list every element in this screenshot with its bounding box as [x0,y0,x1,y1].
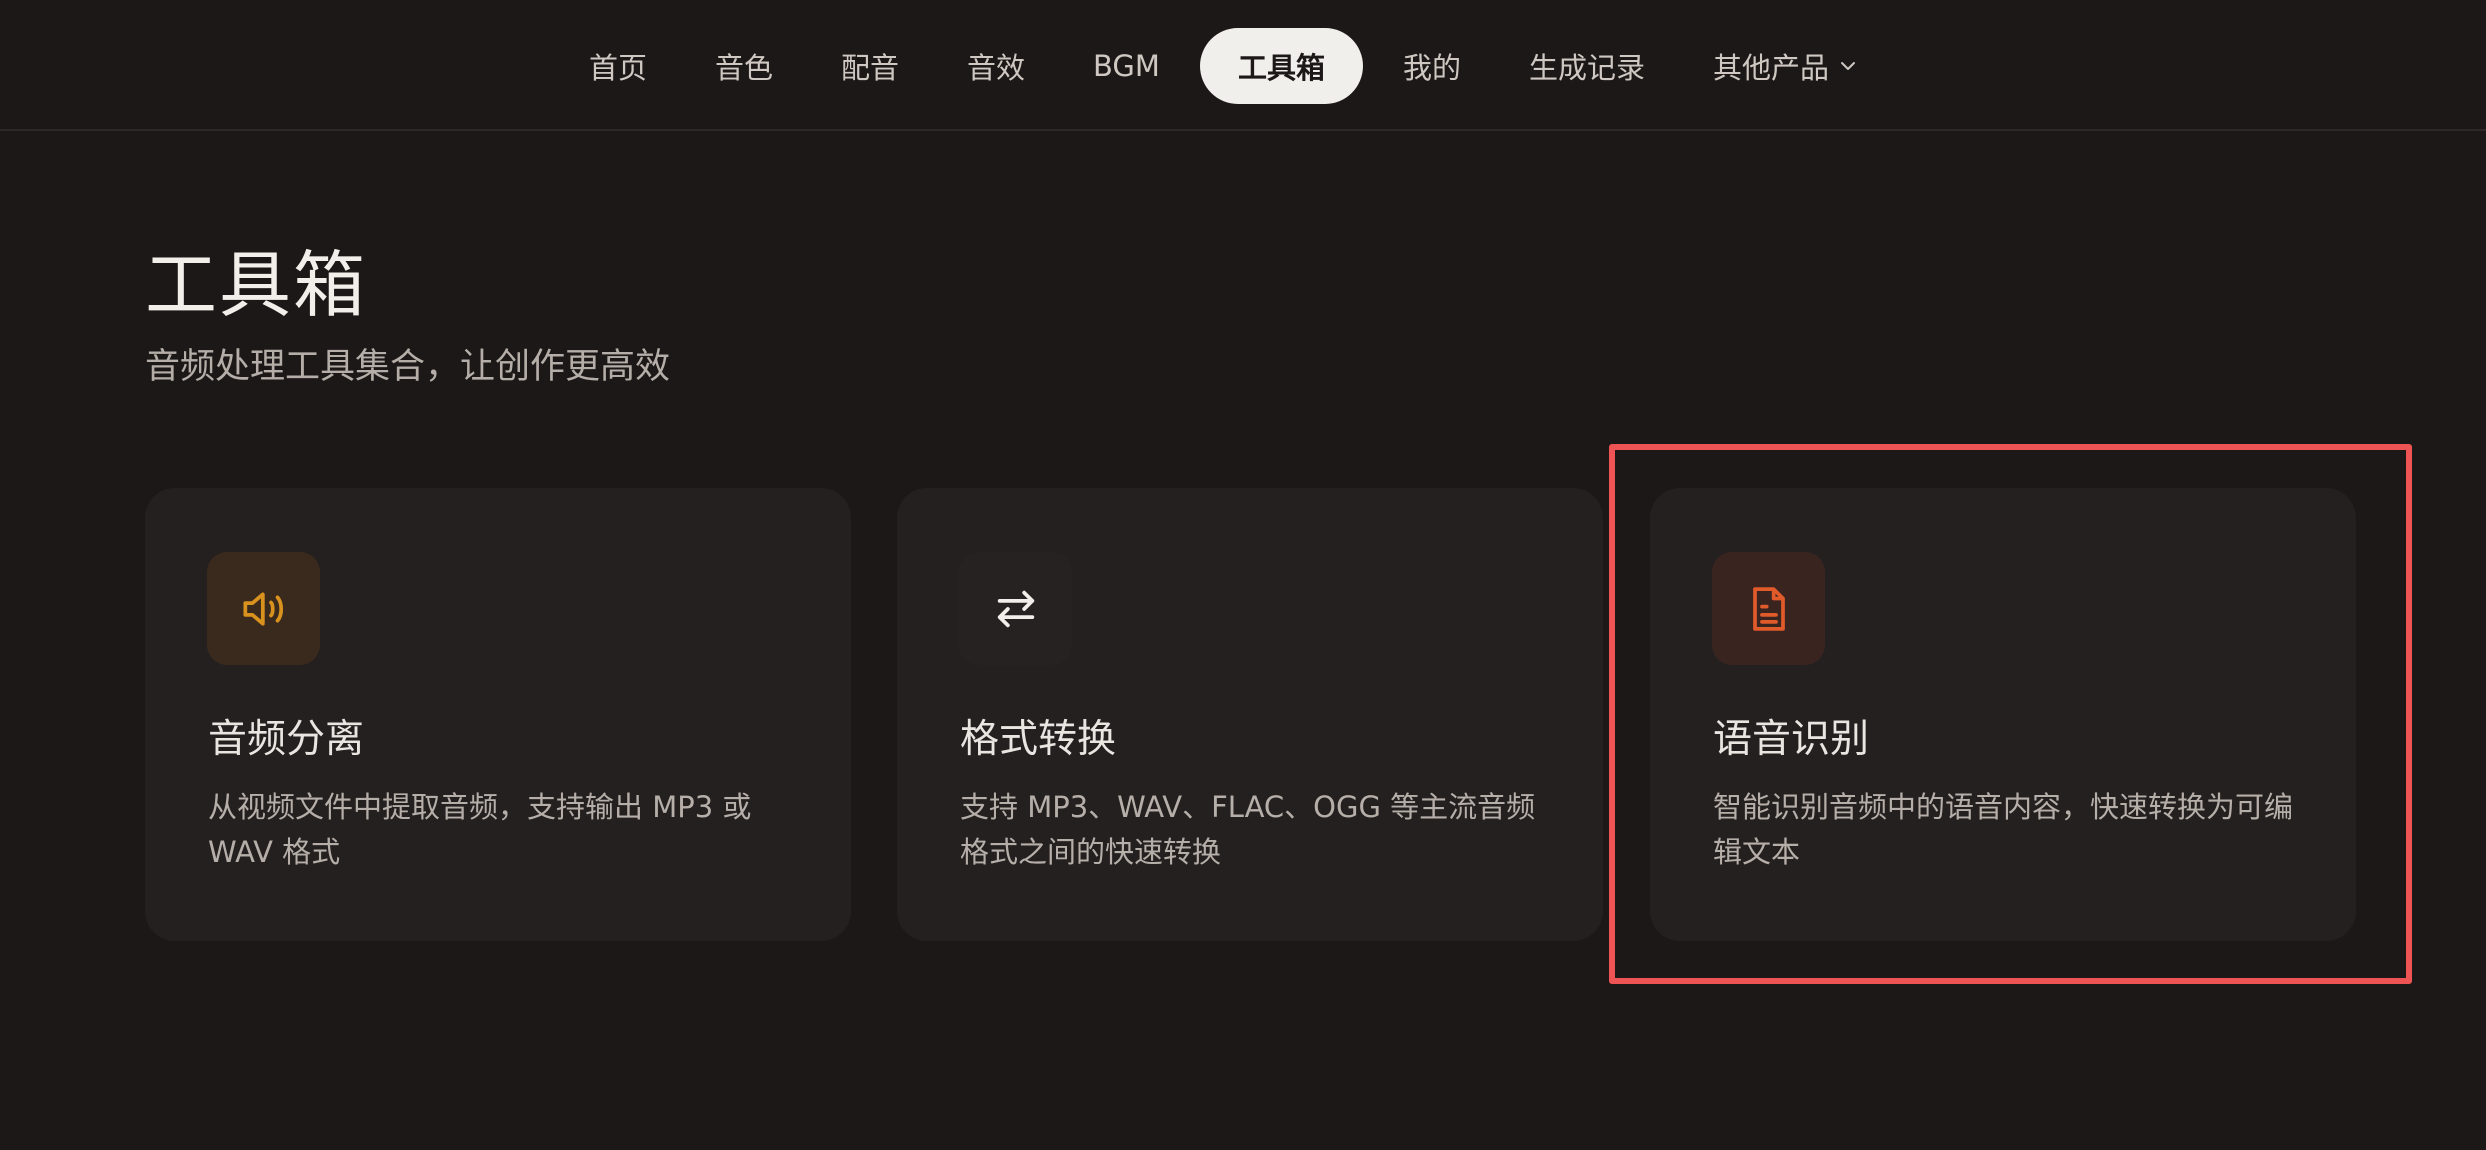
nav-item-other-products[interactable]: 其他产品 [1679,28,1891,104]
tool-card-audio-separation[interactable]: 音频分离 从视频文件中提取音频，支持输出 MP3 或 WAV 格式 [145,488,851,941]
tool-card-title: 语音识别 [1713,717,1870,762]
nav-item-toolbox[interactable]: 工具箱 [1199,27,1363,104]
tool-card-description: 从视频文件中提取音频，支持输出 MP3 或 WAV 格式 [208,790,752,869]
tool-card-description: 支持 MP3、WAV、FLAC、OGG 等主流音频格式之间的快速转换 [960,790,1536,869]
document-icon [1752,586,1785,631]
nav-item-home[interactable]: 首页 [555,28,681,104]
nav-item-history[interactable]: 生成记录 [1495,28,1679,104]
tool-card-speech-recognition[interactable]: 语音识别 智能识别音频中的语音内容，快速转换为可编辑文本 [1650,488,2356,941]
tool-card-title: 音频分离 [208,717,365,762]
tool-icon-box [1712,552,1825,665]
speaker-icon [242,591,283,626]
tool-icon-box [207,552,320,665]
chevron-down-icon [1841,61,1855,70]
top-navigation-bar: 首页 音色 配音 音效 BGM 工具箱 我的 生成记录 其他产品 [0,0,2486,131]
tool-card-title: 格式转换 [960,717,1117,762]
nav-container: 首页 音色 配音 音效 BGM 工具箱 我的 生成记录 其他产品 [0,0,2486,131]
tool-card-description: 智能识别音频中的语音内容，快速转换为可编辑文本 [1713,790,2294,869]
nav-items: 首页 音色 配音 音效 BGM 工具箱 我的 生成记录 其他产品 [555,27,1891,104]
tool-card-format-conversion[interactable]: 格式转换 支持 MP3、WAV、FLAC、OGG 等主流音频格式之间的快速转换 [897,488,1603,941]
nav-item-dubbing[interactable]: 配音 [807,28,933,104]
page-title: 工具箱 [145,243,368,327]
page-subtitle: 音频处理工具集合，让创作更高效 [145,347,671,387]
nav-item-other-products-label: 其他产品 [1712,50,1829,85]
nav-item-bgm[interactable]: BGM [1059,28,1194,104]
swap-arrows-icon [997,590,1034,627]
nav-item-voices[interactable]: 音色 [681,28,807,104]
nav-item-mine[interactable]: 我的 [1369,28,1495,104]
tool-icon-box [959,552,1072,665]
nav-item-sound-effects[interactable]: 音效 [933,28,1059,104]
